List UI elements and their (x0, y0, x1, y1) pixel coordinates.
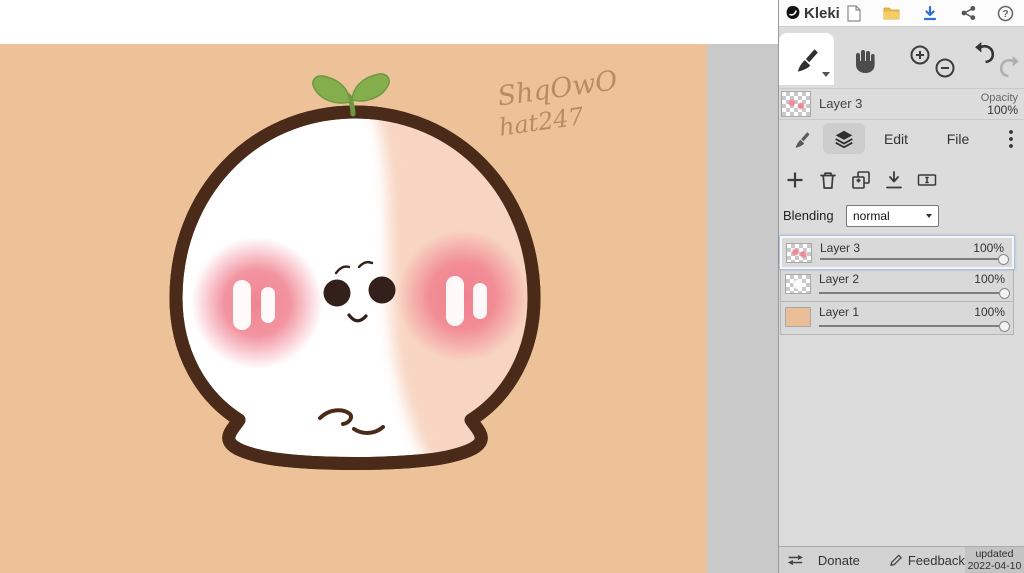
blending-row: Blending normal (779, 202, 1024, 230)
app-title: Kleki (804, 4, 840, 22)
blending-label: Blending (783, 208, 834, 223)
layer-2-thumbnail (785, 274, 811, 294)
updated-label: updated (975, 548, 1014, 560)
layer-opacity-slider[interactable] (820, 258, 998, 260)
app-header: Kleki ? (779, 0, 1024, 27)
current-layer-thumbnail[interactable] (781, 91, 811, 117)
layer-opacity-value: 100% (973, 241, 1004, 255)
layer-opacity-knob[interactable] (999, 321, 1010, 332)
donate-link[interactable]: Donate (818, 553, 860, 568)
layers-tab-icon (835, 130, 853, 148)
zoom-in-button[interactable] (909, 44, 931, 66)
hand-icon (856, 50, 875, 73)
merge-down-icon (886, 171, 902, 189)
opacity-value: 100% (987, 103, 1018, 117)
brush-tab-icon (795, 131, 810, 148)
updated-info: updated 2022-04-10 (964, 547, 1024, 573)
workspace: ShqOwO hat247 (0, 0, 778, 573)
layer-name: Layer 2 (819, 272, 860, 286)
layer-opacity-readout: Opacity 100% (981, 92, 1018, 117)
current-layer-name: Layer 3 (819, 96, 863, 111)
layer-name: Layer 1 (819, 305, 860, 319)
layer-1-thumbnail (785, 307, 811, 327)
remove-layer-button[interactable] (814, 166, 842, 194)
sidebar: Kleki ? Layer 3 Opacity 100% Edit File B… (778, 0, 1024, 573)
feedback-link[interactable]: Feedback (888, 552, 965, 568)
feedback-label: Feedback (907, 552, 965, 568)
layer-opacity-value: 100% (974, 305, 1005, 319)
rename-layer-button[interactable] (913, 166, 941, 194)
pencil-icon (889, 554, 902, 566)
layer-opacity-slider[interactable] (819, 292, 999, 294)
canvas[interactable]: ShqOwO hat247 (0, 44, 707, 573)
panel-tabs: Edit File (779, 121, 1024, 156)
share-icon[interactable] (959, 5, 976, 22)
right-eye (368, 276, 396, 304)
trash-icon (820, 172, 836, 189)
kebab-menu-icon[interactable] (998, 123, 1024, 154)
svg-text:?: ? (1002, 9, 1008, 20)
open-folder-icon[interactable] (883, 5, 900, 22)
select-arrow-icon (926, 214, 932, 218)
duplicate-icon (852, 171, 870, 189)
kleki-logo-icon (786, 6, 800, 20)
brush-options-chevron-icon[interactable] (822, 72, 830, 77)
kleki-logo[interactable]: Kleki (785, 5, 840, 22)
zoom-out-icon (935, 58, 955, 78)
swap-icon[interactable] (787, 553, 804, 567)
current-layer-preview: Layer 3 Opacity 100% (779, 88, 1024, 120)
undo-button[interactable] (972, 41, 997, 66)
add-layer-button[interactable] (781, 166, 809, 194)
layer-opacity-knob[interactable] (999, 288, 1010, 299)
layer-3-thumbnail (786, 243, 812, 263)
layer-name: Layer 3 (820, 241, 861, 255)
plus-icon (787, 172, 803, 188)
hand-tool-button[interactable] (842, 37, 888, 83)
blending-value: normal (853, 209, 890, 223)
workspace-top-strip (0, 0, 778, 44)
artwork: ShqOwO hat247 (0, 44, 707, 573)
blending-select[interactable]: normal (846, 205, 939, 227)
updated-date: 2022-04-10 (967, 560, 1022, 572)
rename-icon (917, 174, 937, 186)
zoom-out-button[interactable] (934, 57, 956, 79)
tab-edit[interactable]: Edit (865, 123, 927, 154)
header-icons: ? (845, 4, 1014, 22)
left-eye (323, 279, 351, 307)
layer-opacity-value: 100% (974, 272, 1005, 286)
layer-opacity-slider[interactable] (819, 325, 999, 327)
kleki-app: ShqOwO hat247 Kleki ? Layer 3 Opacity 10… (0, 0, 1024, 573)
help-icon[interactable]: ? (997, 5, 1014, 22)
download-icon[interactable] (921, 5, 938, 22)
undo-icon (975, 42, 995, 64)
layer-row-3[interactable]: Layer 3 100% (780, 236, 1014, 269)
redo-icon (999, 56, 1019, 78)
tab-layers[interactable] (823, 123, 865, 154)
brush-icon (797, 49, 818, 72)
redo-button[interactable] (997, 55, 1022, 80)
sidebar-footer: Donate Feedback updated 2022-04-10 (779, 546, 1024, 573)
new-file-icon[interactable] (845, 4, 862, 22)
zoom-in-icon (910, 45, 930, 65)
layer-row-1[interactable]: Layer 1 100% (780, 302, 1014, 335)
layer-list: Layer 3 100% Layer 2 100% Layer 1 100% (780, 236, 1014, 335)
tab-file[interactable]: File (927, 123, 989, 154)
layer-actions (779, 162, 1024, 198)
brush-tool-button[interactable] (779, 33, 834, 85)
tab-brush-settings[interactable] (781, 123, 823, 154)
layer-row-2[interactable]: Layer 2 100% (780, 269, 1014, 302)
duplicate-layer-button[interactable] (847, 166, 875, 194)
layer-opacity-knob[interactable] (998, 254, 1009, 265)
merge-layer-button[interactable] (880, 166, 908, 194)
left-cheek (191, 237, 323, 369)
